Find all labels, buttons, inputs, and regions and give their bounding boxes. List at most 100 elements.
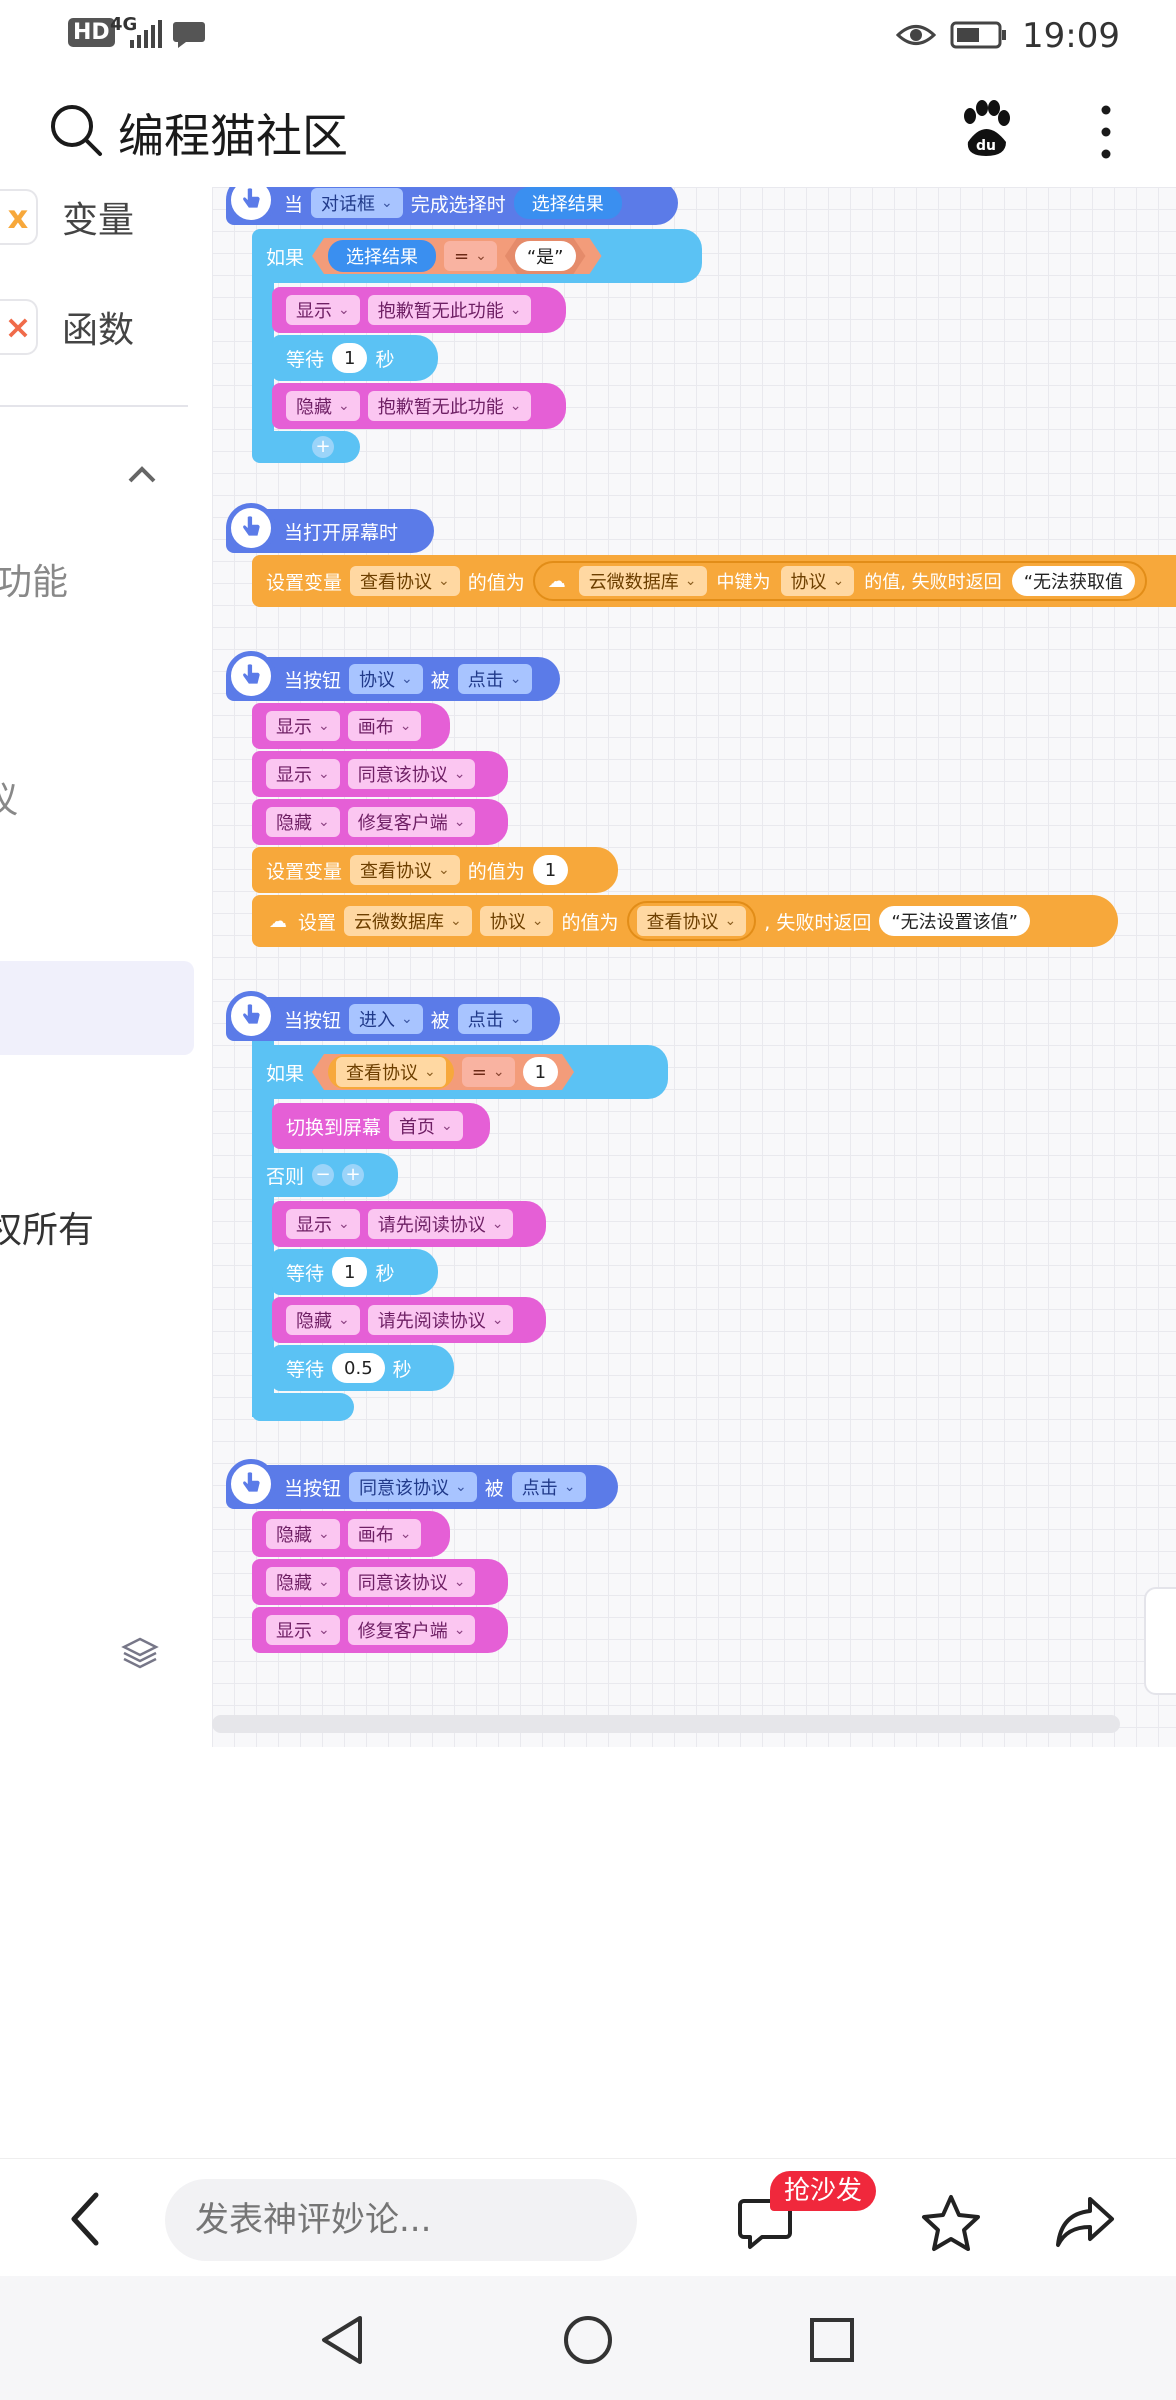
back-icon[interactable]	[66, 2191, 106, 2247]
hide-action-dropdown[interactable]: 隐藏 ⌄	[286, 1305, 360, 1335]
target-dropdown[interactable]: 画布 ⌄	[347, 711, 422, 741]
compare-value-input[interactable]: 1	[523, 1057, 558, 1087]
hide-block[interactable]: 隐藏 ⌄ 抱歉暂无此功能 ⌄	[272, 383, 566, 429]
screen-open-event-block[interactable]: 当打开屏幕时	[226, 503, 434, 553]
choice-result-reporter-2[interactable]: 选择结果	[328, 240, 436, 272]
key-dropdown[interactable]: 协议 ⌄	[479, 906, 554, 936]
variable-reporter[interactable]: 查看协议 ⌄	[626, 901, 757, 941]
show-action-dropdown[interactable]: 显示 ⌄	[266, 1615, 340, 1645]
variable-value-input[interactable]: 1	[532, 855, 569, 885]
hide-agree-block[interactable]: 隐藏 ⌄ 同意该协议 ⌄	[252, 1559, 508, 1605]
variable-dropdown[interactable]: 查看协议 ⌄	[636, 906, 747, 936]
nav-home-icon[interactable]	[562, 2314, 614, 2366]
cloud-db-get-reporter[interactable]: ☁ 云微数据库 ⌄ 中键为 协议 ⌄ 的值, 失败时返回 “无法获取值	[532, 561, 1148, 601]
set-variable-cloud-block[interactable]: 设置变量 查看协议 ⌄ 的值为 ☁ 云微数据库 ⌄ 中键为 协议 ⌄ 的值, 失败时返…	[252, 555, 1176, 607]
more-options-icon[interactable]	[1096, 104, 1116, 160]
button-click-event-block-agree[interactable]: 当按钮 同意该协议 ⌄ 被 点击 ⌄	[226, 1459, 618, 1509]
show-fix-block[interactable]: 显示 ⌄ 修复客户端 ⌄	[252, 1607, 508, 1653]
target-dropdown[interactable]: 画布 ⌄	[347, 1519, 422, 1549]
star-icon[interactable]	[920, 2193, 982, 2253]
sidebar-item-function[interactable]: 函数	[62, 301, 134, 353]
show-read-block[interactable]: 显示 ⌄ 请先阅读协议 ⌄	[272, 1201, 546, 1247]
hide-action-dropdown[interactable]: 隐藏 ⌄	[266, 1519, 340, 1549]
if-else-block[interactable]: 如果 查看协议 ⌄ = ⌄ 1	[252, 1045, 668, 1099]
if-else-foot[interactable]	[252, 1393, 354, 1421]
button-dropdown[interactable]: 协议 ⌄	[349, 664, 423, 694]
block-canvas[interactable]: 当 对话框 ⌄ 完成选择时 选择结果 如果 选择结果 = ⌄ “是” 显示 ⌄ 抱歉暂…	[212, 187, 1176, 1747]
hide-action-dropdown[interactable]: 隐藏 ⌄	[286, 391, 360, 421]
nav-recents-icon[interactable]	[808, 2316, 856, 2364]
show-block[interactable]: 显示 ⌄ 抱歉暂无此功能 ⌄	[272, 287, 566, 333]
yes-string-input[interactable]: “是”	[515, 241, 576, 271]
comment-input[interactable]	[165, 2179, 637, 2261]
chevron-up-icon[interactable]	[126, 465, 158, 485]
variable-dropdown[interactable]: 查看协议 ⌄	[336, 1057, 446, 1087]
target-dropdown[interactable]: 抱歉暂无此功能 ⌄	[367, 295, 532, 325]
button-dropdown[interactable]: 同意该协议 ⌄	[349, 1472, 477, 1502]
wait-seconds-input[interactable]: 1	[332, 343, 368, 373]
target-dropdown[interactable]: 同意该协议 ⌄	[347, 1567, 476, 1597]
target-dropdown[interactable]: 修复客户端 ⌄	[347, 1615, 476, 1645]
wait-block[interactable]: 等待 1 秒	[272, 335, 438, 381]
hide-canvas-block[interactable]: 隐藏 ⌄ 画布 ⌄	[252, 1511, 450, 1557]
sidebar-item-variable[interactable]: 变量	[62, 191, 134, 243]
target-dropdown[interactable]: 修复客户端 ⌄	[347, 807, 476, 837]
variable-dropdown[interactable]: 查看协议 ⌄	[350, 855, 460, 885]
nav-back-icon[interactable]	[318, 2314, 366, 2366]
show-action-dropdown[interactable]: 显示 ⌄	[266, 759, 340, 789]
hide-fix-block[interactable]: 隐藏 ⌄ 修复客户端 ⌄	[252, 799, 508, 845]
button-click-event-block-enter[interactable]: 当按钮 进入 ⌄ 被 点击 ⌄	[226, 991, 560, 1041]
share-icon[interactable]	[1054, 2193, 1116, 2251]
wait-block[interactable]: 等待 1 秒	[272, 1249, 438, 1295]
show-action-dropdown[interactable]: 显示 ⌄	[266, 711, 340, 741]
if-block-foot[interactable]: +	[252, 431, 360, 463]
event-dropdown[interactable]: 点击 ⌄	[511, 1472, 586, 1502]
add-branch-icon[interactable]: +	[312, 436, 334, 458]
show-action-dropdown[interactable]: 显示 ⌄	[286, 295, 360, 325]
choice-result-reporter[interactable]: 选择结果	[513, 187, 622, 219]
sofa-badge[interactable]: 抢沙发	[770, 2171, 877, 2211]
wait-seconds-input[interactable]: 0.5	[332, 1353, 385, 1383]
search-icon[interactable]	[48, 102, 104, 158]
target-dropdown[interactable]: 抱歉暂无此功能 ⌄	[367, 391, 532, 421]
layers-icon[interactable]	[120, 1635, 160, 1669]
dialog-choice-event-block[interactable]: 当 对话框 ⌄ 完成选择时 选择结果	[226, 187, 678, 225]
fail-value-input[interactable]: “无法获取值	[1011, 566, 1136, 596]
function-category-icon[interactable]: ×	[0, 299, 38, 355]
switch-screen-block[interactable]: 切换到屏幕 首页 ⌄	[272, 1103, 490, 1149]
target-dropdown[interactable]: 请先阅读协议 ⌄	[367, 1305, 514, 1335]
operator-dropdown[interactable]: = ⌄	[444, 241, 497, 271]
horizontal-scrollbar[interactable]	[212, 1715, 1120, 1733]
target-dropdown[interactable]: 请先阅读协议 ⌄	[367, 1209, 514, 1239]
hide-read-block[interactable]: 隐藏 ⌄ 请先阅读协议 ⌄	[272, 1297, 546, 1343]
event-dropdown[interactable]: 点击 ⌄	[457, 1004, 532, 1034]
hide-action-dropdown[interactable]: 隐藏 ⌄	[266, 1567, 340, 1597]
sidebar-selected-item[interactable]	[0, 961, 194, 1055]
set-variable-block[interactable]: 设置变量 查看协议 ⌄ 的值为 1	[252, 847, 618, 893]
key-dropdown[interactable]: 协议 ⌄	[780, 566, 855, 596]
variable-dropdown[interactable]: 查看协议 ⌄	[350, 566, 460, 596]
screen-dropdown[interactable]: 首页 ⌄	[389, 1111, 463, 1141]
operator-dropdown[interactable]: = ⌄	[462, 1057, 515, 1087]
button-click-event-block-protocol[interactable]: 当按钮 协议 ⌄ 被 点击 ⌄	[226, 651, 560, 701]
fail-value-input[interactable]: “无法设置该值”	[879, 906, 1030, 936]
wait-block-2[interactable]: 等待 0.5 秒	[272, 1345, 454, 1391]
event-dropdown[interactable]: 点击 ⌄	[457, 664, 532, 694]
baidu-paw-icon[interactable]: du	[958, 100, 1014, 160]
cloud-db-dropdown[interactable]: 云微数据库 ⌄	[578, 566, 707, 596]
compare-condition[interactable]: 选择结果 = ⌄ “是”	[312, 238, 601, 274]
add-branch-icon[interactable]: +	[342, 1164, 365, 1186]
wait-seconds-input[interactable]: 1	[332, 1257, 368, 1287]
cloud-db-dropdown[interactable]: 云微数据库 ⌄	[344, 906, 472, 936]
button-dropdown[interactable]: 进入 ⌄	[349, 1004, 423, 1034]
hide-action-dropdown[interactable]: 隐藏 ⌄	[266, 807, 340, 837]
cloud-db-set-block[interactable]: ☁ 设置 云微数据库 ⌄ 协议 ⌄ 的值为 查看协议 ⌄ , 失败时返回 “无法设置该…	[252, 895, 1118, 947]
if-block[interactable]: 如果 选择结果 = ⌄ “是”	[252, 229, 702, 283]
show-canvas-block[interactable]: 显示 ⌄ 画布 ⌄	[252, 703, 450, 749]
else-row[interactable]: 否则 − +	[252, 1153, 398, 1197]
variable-category-icon[interactable]: x	[0, 189, 38, 245]
dialog-dropdown[interactable]: 对话框 ⌄	[311, 188, 403, 218]
variable-reporter[interactable]: 查看协议 ⌄	[328, 1055, 454, 1089]
remove-branch-icon[interactable]: −	[312, 1164, 335, 1186]
compare-condition[interactable]: 查看协议 ⌄ = ⌄ 1	[312, 1054, 574, 1090]
